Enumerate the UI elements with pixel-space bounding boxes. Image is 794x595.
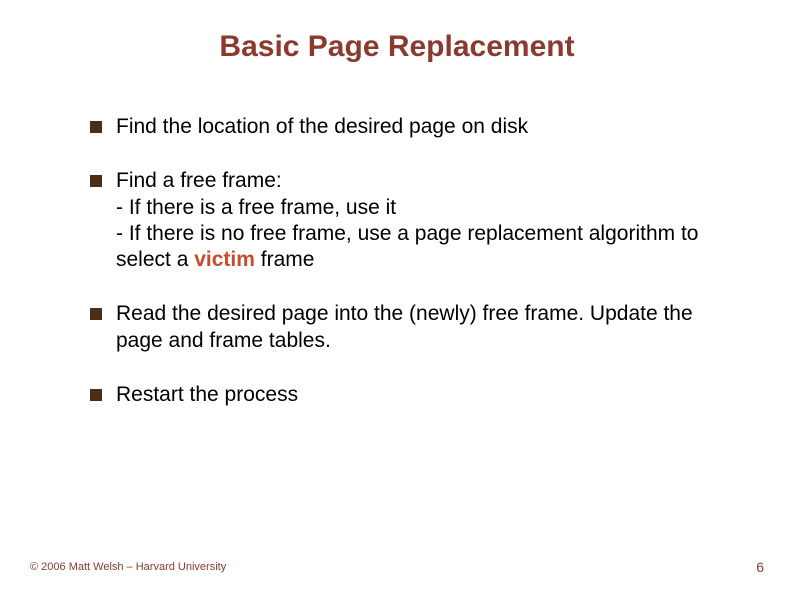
- page-number: 6: [756, 559, 764, 575]
- bullet-text: Restart the process: [116, 382, 298, 408]
- bullet-head: Find a free frame:: [116, 169, 282, 192]
- square-bullet-icon: [90, 308, 102, 320]
- list-item: Restart the process: [90, 382, 714, 408]
- square-bullet-icon: [90, 175, 102, 187]
- bullet-text: Read the desired page into the (newly) f…: [116, 301, 714, 354]
- slide-title: Basic Page Replacement: [130, 30, 664, 64]
- bullet-list: Find the location of the desired page on…: [90, 114, 714, 408]
- footer: © 2006 Matt Welsh – Harvard University 6: [30, 559, 764, 575]
- square-bullet-icon: [90, 389, 102, 401]
- list-item: Read the desired page into the (newly) f…: [90, 301, 714, 354]
- square-bullet-icon: [90, 121, 102, 133]
- copyright-text: © 2006 Matt Welsh – Harvard University: [30, 561, 226, 573]
- bullet-sub: - If there is a free frame, use it: [116, 196, 396, 219]
- victim-word: victim: [194, 248, 255, 271]
- list-item: Find the location of the desired page on…: [90, 114, 714, 140]
- slide-container: Basic Page Replacement Find the location…: [0, 0, 794, 595]
- list-item: Find a free frame: - If there is a free …: [90, 168, 714, 273]
- bullet-text: Find the location of the desired page on…: [116, 114, 528, 140]
- bullet-text: Find a free frame: - If there is a free …: [116, 168, 714, 273]
- bullet-sub-post: frame: [255, 248, 315, 271]
